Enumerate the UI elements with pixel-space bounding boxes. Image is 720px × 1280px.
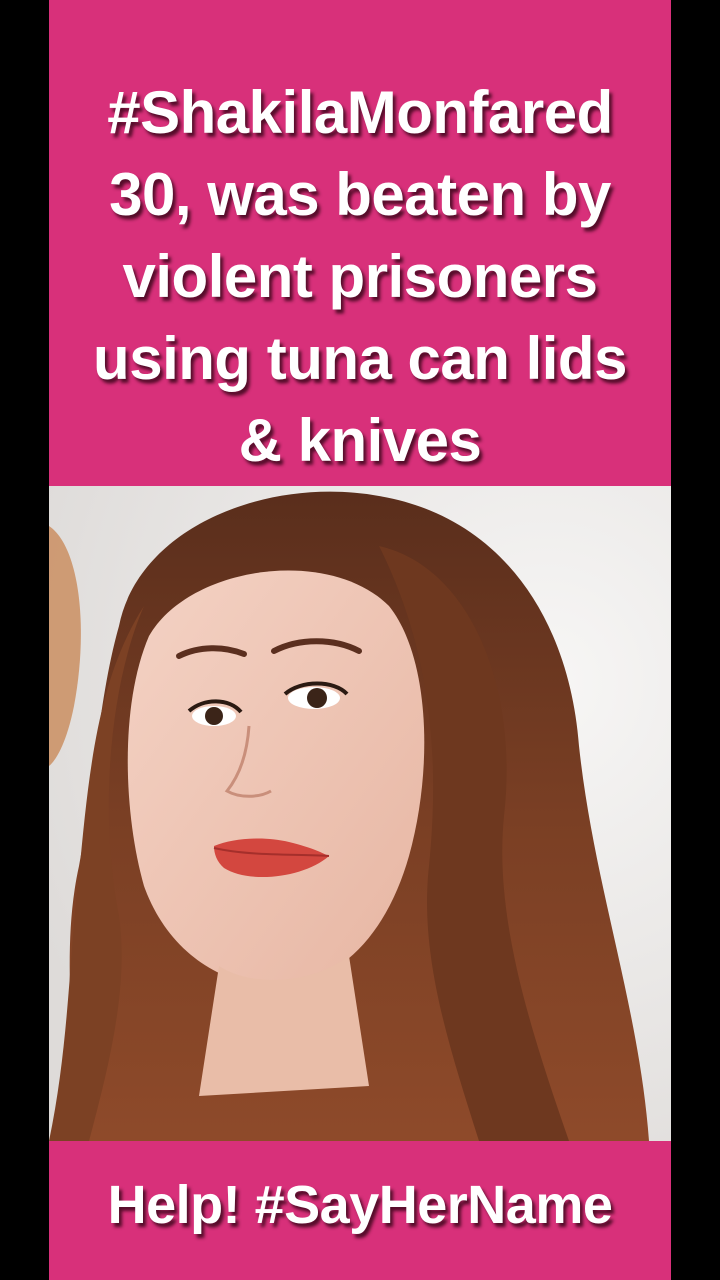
headline-line: 30, was beaten by (109, 161, 611, 228)
headline-line: & knives (238, 407, 482, 474)
headline-line: violent prisoners (122, 243, 598, 310)
headline: #ShakilaMonfared 30, was beaten by viole… (49, 72, 671, 482)
headline-line: #ShakilaMonfared (107, 79, 613, 146)
headline-line: using tuna can lids (93, 325, 627, 392)
footer-caption: Help! #SayHerName (107, 1175, 613, 1235)
portrait-photo (49, 486, 671, 1141)
post-card: #ShakilaMonfared 30, was beaten by viole… (49, 0, 671, 1280)
video-frame: #ShakilaMonfared 30, was beaten by viole… (0, 0, 720, 1280)
